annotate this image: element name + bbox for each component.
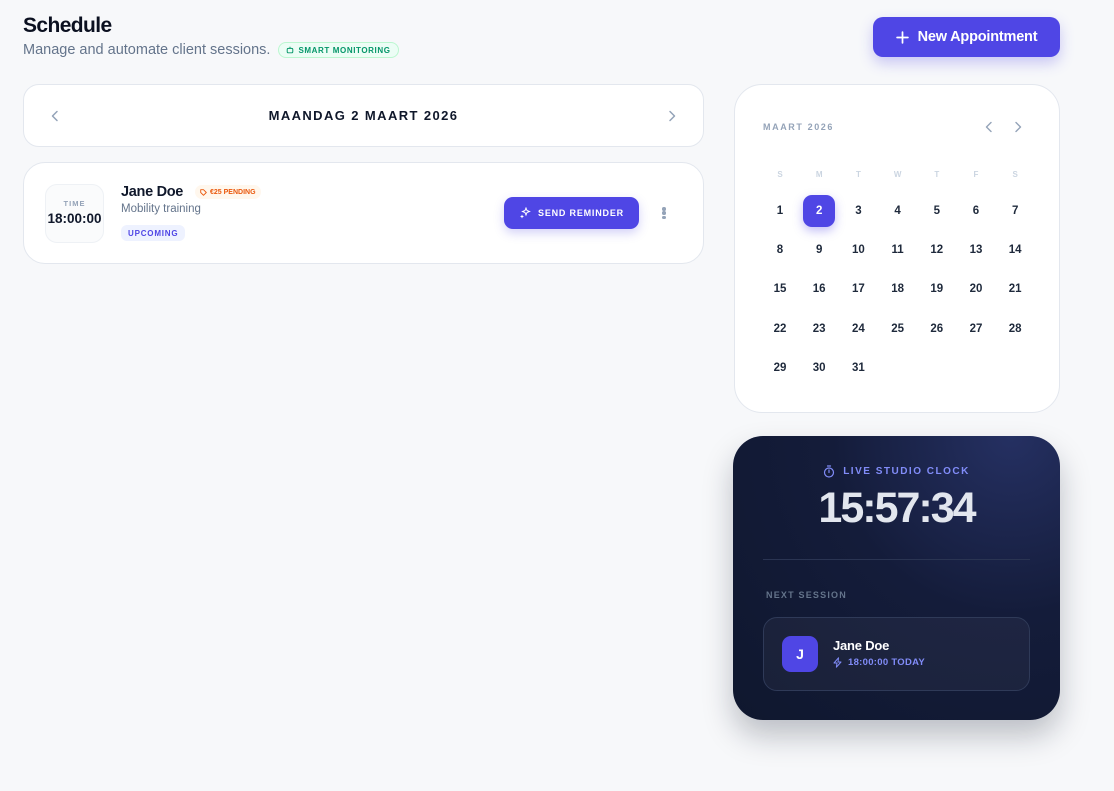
new-appointment-label: New Appointment <box>917 29 1038 45</box>
weekday-label: S <box>777 170 783 179</box>
bolt-icon <box>833 657 842 668</box>
calendar-day[interactable]: 17 <box>842 273 874 305</box>
stopwatch-icon <box>824 465 835 478</box>
calendar-day[interactable]: 27 <box>960 313 992 345</box>
send-reminder-label: SEND REMINDER <box>538 208 624 218</box>
calendar-day[interactable]: 10 <box>842 234 874 266</box>
calendar-next-icon[interactable] <box>1009 118 1027 136</box>
calendar-day[interactable]: 29 <box>764 352 796 384</box>
calendar-day[interactable]: 4 <box>882 195 914 227</box>
next-session-client: Jane Doe <box>833 638 890 653</box>
calendar-day[interactable]: 23 <box>803 313 835 345</box>
weekday-label: W <box>893 170 902 179</box>
calendar-day[interactable]: 7 <box>999 195 1031 227</box>
calendar-day[interactable]: 14 <box>999 234 1031 266</box>
weekday-label: T <box>855 170 861 179</box>
calendar-day[interactable]: 6 <box>960 195 992 227</box>
subtitle-row: Manage and automate client sessions. SMA… <box>23 42 399 58</box>
bot-icon <box>287 46 294 54</box>
weekday-label: M <box>815 170 823 179</box>
calendar-day[interactable]: 18 <box>882 273 914 305</box>
appointment-time-box: TIME 18:00:00 <box>45 184 104 243</box>
calendar-day[interactable]: 9 <box>803 234 835 266</box>
calendar-day[interactable]: 30 <box>803 352 835 384</box>
smart-monitoring-badge: SMART MONITORING <box>278 42 399 58</box>
calendar-day[interactable]: 8 <box>764 234 796 266</box>
calendar-prev-icon[interactable] <box>980 118 998 136</box>
tag-icon <box>200 188 207 196</box>
appointment-time: 18:00:00 <box>47 211 102 226</box>
calendar-day-selected[interactable]: 2 <box>803 195 836 227</box>
chevron-left-icon[interactable] <box>46 107 64 125</box>
calendar-day[interactable]: 22 <box>764 313 796 345</box>
payment-pending-badge: €25 PENDING <box>195 185 261 199</box>
smart-monitoring-label: SMART MONITORING <box>298 45 391 55</box>
next-session-time-row: 18:00:00 TODAY <box>833 657 925 668</box>
page-subtitle: Manage and automate client sessions. <box>23 42 271 58</box>
calendar-day[interactable]: 26 <box>921 313 953 345</box>
live-clock-card: LIVE STUDIO CLOCK 15:57:34 NEXT SESSION … <box>733 436 1060 720</box>
calendar-day[interactable]: 21 <box>999 273 1031 305</box>
calendar-day[interactable]: 31 <box>842 352 874 384</box>
next-session-card[interactable]: J Jane Doe 18:00:00 TODAY <box>763 617 1030 691</box>
calendar-day[interactable]: 16 <box>803 273 835 305</box>
weekday-label: S <box>1012 170 1018 179</box>
avatar: J <box>782 636 818 672</box>
weekday-label: T <box>934 170 940 179</box>
calendar-day[interactable]: 28 <box>999 313 1031 345</box>
clock-heading: LIVE STUDIO CLOCK <box>733 465 1060 478</box>
clock-time: 15:57:34 <box>818 484 976 532</box>
page-title: Schedule <box>23 14 112 37</box>
calendar-day[interactable]: 25 <box>882 313 914 345</box>
status-badge: UPCOMING <box>121 225 186 241</box>
calendar-day[interactable]: 11 <box>882 234 914 266</box>
calendar-day[interactable]: 24 <box>842 313 874 345</box>
clock-heading-label: LIVE STUDIO CLOCK <box>843 466 970 477</box>
current-date-label: MAANDAG 2 MAART 2026 <box>268 108 459 123</box>
calendar-day[interactable]: 13 <box>960 234 992 266</box>
send-reminder-button[interactable]: SEND REMINDER <box>504 197 639 229</box>
payment-pending-label: €25 PENDING <box>210 188 256 196</box>
service-name: Mobility training <box>121 203 201 215</box>
calendar-day[interactable]: 12 <box>921 234 953 266</box>
appointment-card[interactable]: TIME 18:00:00 Jane Doe €25 PENDING Mobil… <box>23 162 704 264</box>
divider <box>763 559 1030 560</box>
calendar-day[interactable]: 3 <box>842 195 874 227</box>
page-header: Schedule Manage and automate client sess… <box>23 14 399 58</box>
calendar-day[interactable]: 20 <box>960 273 992 305</box>
calendar-day[interactable]: 15 <box>764 273 796 305</box>
chevron-right-icon[interactable] <box>663 107 681 125</box>
mini-calendar: MAART 2026 S M T W T F S 1 2 3 4 5 6 7 8 9 10 11 12 13 14 15 1… <box>734 84 1060 413</box>
calendar-month-label: MAART 2026 <box>763 122 835 132</box>
date-navigator: MAANDAG 2 MAART 2026 <box>23 84 704 147</box>
next-session-time: 18:00:00 TODAY <box>848 657 926 668</box>
calendar-day[interactable]: 19 <box>921 273 953 305</box>
calendar-day[interactable]: 1 <box>764 195 796 227</box>
more-options-icon[interactable] <box>660 204 668 222</box>
client-name: Jane Doe <box>121 184 184 200</box>
weekday-label: F <box>973 170 979 179</box>
sparkles-icon <box>520 207 531 219</box>
next-session-label: NEXT SESSION <box>766 590 847 600</box>
calendar-day[interactable]: 5 <box>921 195 953 227</box>
plus-icon <box>895 30 909 44</box>
time-label: TIME <box>63 199 86 208</box>
new-appointment-button[interactable]: New Appointment <box>873 17 1060 57</box>
